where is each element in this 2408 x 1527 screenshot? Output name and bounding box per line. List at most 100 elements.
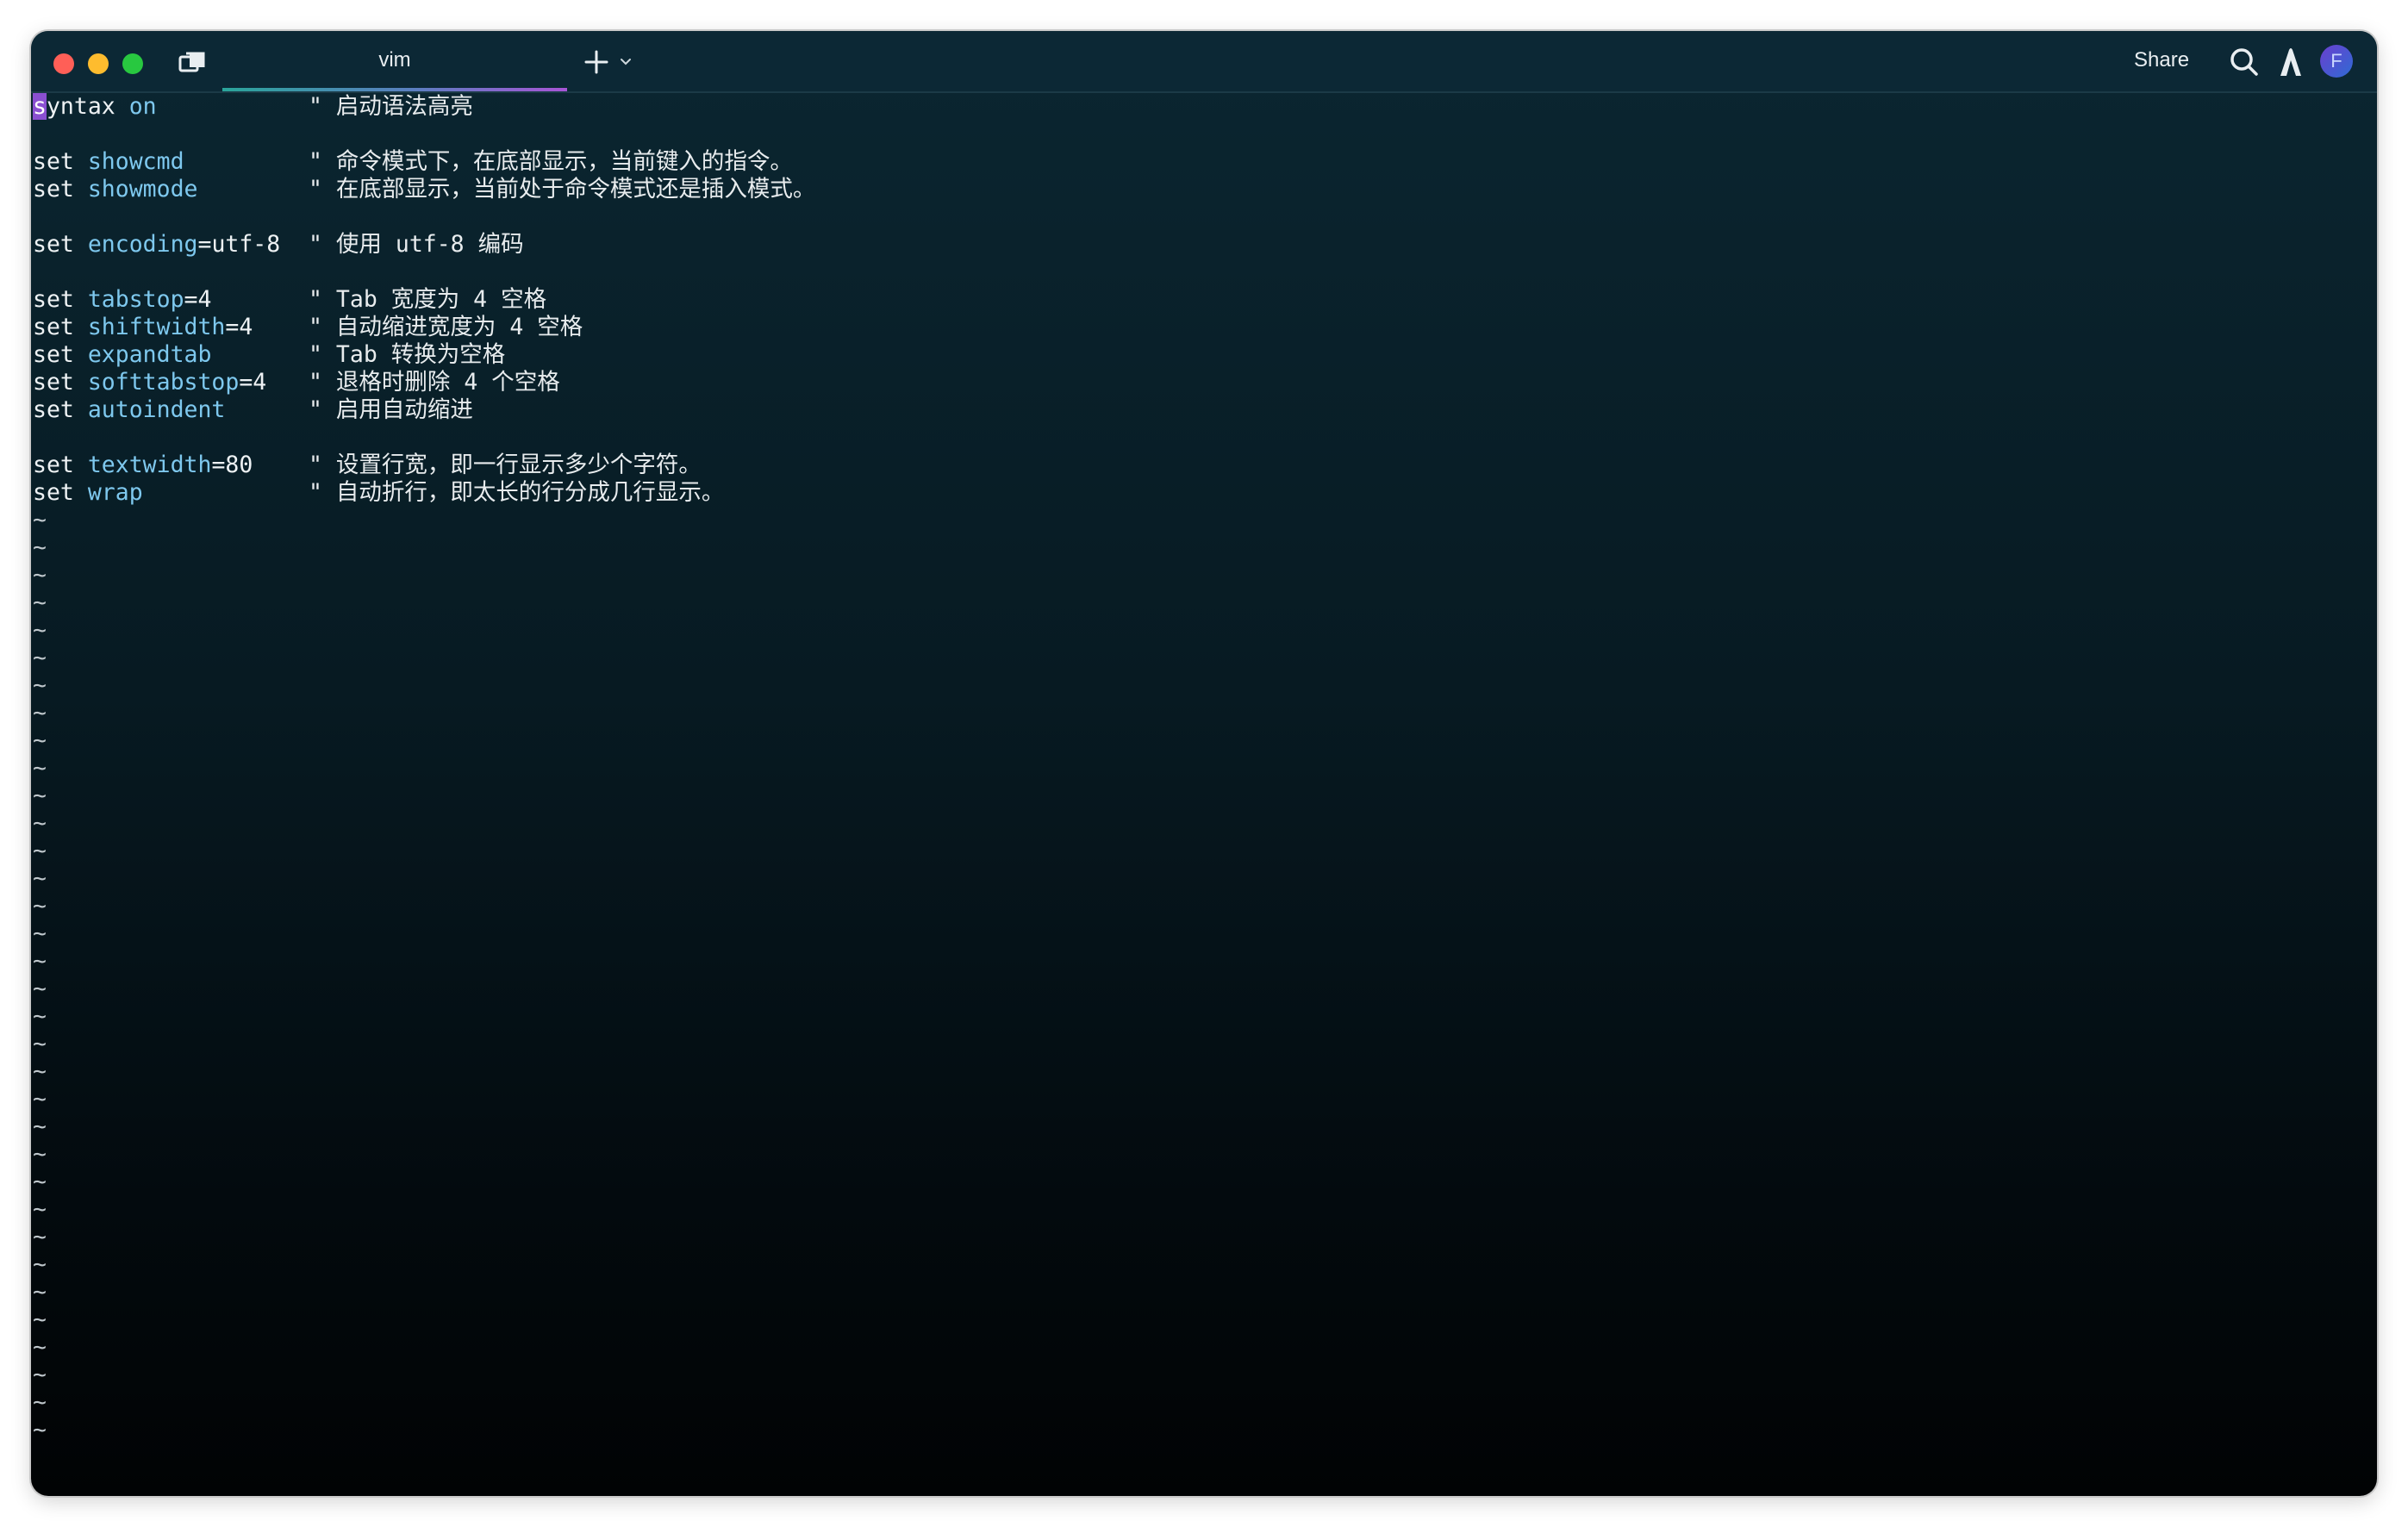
comment: " 设置行宽，即一行显示多少个字符。 <box>309 452 702 478</box>
buffer-line: set showmode " 在底部显示，当前处于命令模式还是插入模式。 <box>33 176 2377 203</box>
search-icon[interactable] <box>2227 45 2261 79</box>
set-keyword: set <box>33 314 74 340</box>
close-button[interactable] <box>53 53 74 74</box>
comment: " 自动缩进宽度为 4 空格 <box>309 314 583 340</box>
buffer-line-empty <box>33 203 2377 231</box>
empty-line-marker: ~ <box>33 1196 47 1223</box>
option-name: encoding <box>87 231 198 258</box>
option-value: =4 <box>239 369 267 396</box>
comment: " Tab 宽度为 4 空格 <box>309 286 547 313</box>
empty-line-marker: ~ <box>33 672 47 699</box>
vim-buffer[interactable]: syntax on " 启动语法高亮 set showcmd " 命令模式下，在底部… <box>33 93 2377 1496</box>
comment: " 启用自动缩进 <box>309 396 473 423</box>
cursor: s <box>33 93 47 120</box>
empty-line-marker: ~ <box>33 1031 47 1057</box>
minimize-button[interactable] <box>88 53 109 74</box>
empty-line-marker: ~ <box>33 920 47 947</box>
tab-label: vim <box>378 48 411 72</box>
option-name: autoindent <box>87 396 226 423</box>
buffer-line-empty <box>33 259 2377 286</box>
comment: " 退格时删除 4 个空格 <box>309 369 560 396</box>
set-keyword: set <box>33 396 74 423</box>
set-keyword: set <box>33 341 74 368</box>
option-name: tabstop <box>87 286 184 313</box>
empty-line-marker: ~ <box>33 562 47 589</box>
empty-line-marker: ~ <box>33 589 47 616</box>
empty-line-marker: ~ <box>33 1362 47 1388</box>
terminal-window: vim Share F syntax on " 启动语法高亮 set showcm… <box>31 31 2377 1496</box>
buffer-line: set softtabstop=4 " 退格时删除 4 个空格 <box>33 369 2377 396</box>
option-name: showmode <box>87 176 198 203</box>
empty-line-marker: ~ <box>33 810 47 837</box>
empty-line-marker: ~ <box>33 1113 47 1140</box>
empty-line-marker: ~ <box>33 975 47 1002</box>
empty-line-marker: ~ <box>33 782 47 809</box>
empty-line-marker: ~ <box>33 1334 47 1361</box>
option-value: =4 <box>225 314 253 340</box>
tab-vim[interactable]: vim <box>222 31 567 91</box>
brand-icon[interactable] <box>2275 45 2306 79</box>
empty-line-marker: ~ <box>33 1224 47 1250</box>
avatar[interactable]: F <box>2320 45 2353 78</box>
option-name: expandtab <box>87 341 212 368</box>
set-keyword: set <box>33 369 74 396</box>
empty-line-marker: ~ <box>33 617 47 644</box>
active-tab-indicator <box>222 88 567 91</box>
buffer-line: set expandtab " Tab 转换为空格 <box>33 341 2377 369</box>
option-value: =4 <box>184 286 212 313</box>
buffer-line: set tabstop=4 " Tab 宽度为 4 空格 <box>33 286 2377 314</box>
empty-line-marker: ~ <box>33 893 47 919</box>
comment: " Tab 转换为空格 <box>309 341 506 368</box>
option-name: textwidth <box>87 452 212 478</box>
empty-line-marker: ~ <box>33 1279 47 1306</box>
set-keyword: set <box>33 231 74 258</box>
title-bar: vim Share F <box>31 31 2377 93</box>
option-value: =utf-8 <box>197 231 281 258</box>
set-keyword: set <box>33 452 74 478</box>
empty-line-marker: ~ <box>33 1251 47 1278</box>
set-keyword: set <box>33 479 74 506</box>
buffer-line: set wrap " 自动折行，即太长的行分成几行显示。 <box>33 479 2377 507</box>
buffer-line-empty <box>33 121 2377 148</box>
empty-line-marker: ~ <box>33 1058 47 1085</box>
empty-line-marker: ~ <box>33 948 47 975</box>
chevron-down-icon[interactable] <box>617 53 634 71</box>
option-name: softtabstop <box>87 369 240 396</box>
empty-line-marker: ~ <box>33 1086 47 1113</box>
comment: " 命令模式下，在底部显示，当前键入的指令。 <box>309 148 793 175</box>
empty-line-marker: ~ <box>33 1169 47 1195</box>
set-keyword: set <box>33 176 74 203</box>
buffer-line: set shiftwidth=4 " 自动缩进宽度为 4 空格 <box>33 314 2377 341</box>
empty-line-marker: ~ <box>33 700 47 726</box>
empty-line-marker: ~ <box>33 1306 47 1333</box>
set-keyword: set <box>33 148 74 175</box>
empty-line-marker: ~ <box>33 1141 47 1168</box>
plus-icon[interactable] <box>579 45 614 79</box>
share-button[interactable]: Share <box>2134 48 2189 72</box>
book-icon[interactable] <box>178 50 207 76</box>
buffer-line: set textwidth=80 " 设置行宽，即一行显示多少个字符。 <box>33 452 2377 479</box>
buffer-line: set showcmd " 命令模式下，在底部显示，当前键入的指令。 <box>33 148 2377 176</box>
option-name: shiftwidth <box>87 314 226 340</box>
empty-line-marker: ~ <box>33 1417 47 1443</box>
buffer-line: set autoindent " 启用自动缩进 <box>33 396 2377 424</box>
comment: " 自动折行，即太长的行分成几行显示。 <box>309 479 725 506</box>
empty-line-marker: ~ <box>33 645 47 671</box>
zoom-button[interactable] <box>122 53 143 74</box>
option-name: wrap <box>87 479 143 506</box>
comment: " 在底部显示，当前处于命令模式还是插入模式。 <box>309 176 816 203</box>
buffer-line: syntax on " 启动语法高亮 <box>33 93 473 120</box>
empty-line-marker: ~ <box>33 755 47 782</box>
set-keyword: set <box>33 286 74 313</box>
empty-line-marker: ~ <box>33 838 47 864</box>
buffer-line: set encoding=utf-8 " 使用 utf-8 编码 <box>33 231 2377 259</box>
buffer-line-empty <box>33 424 2377 452</box>
comment: " 使用 utf-8 编码 <box>309 231 524 258</box>
empty-line-marker: ~ <box>33 507 47 533</box>
empty-line-marker: ~ <box>33 534 47 561</box>
empty-line-marker: ~ <box>33 727 47 754</box>
option-name: showcmd <box>87 148 184 175</box>
option-value: =80 <box>211 452 253 478</box>
empty-line-marker: ~ <box>33 1389 47 1416</box>
empty-line-marker: ~ <box>33 865 47 892</box>
